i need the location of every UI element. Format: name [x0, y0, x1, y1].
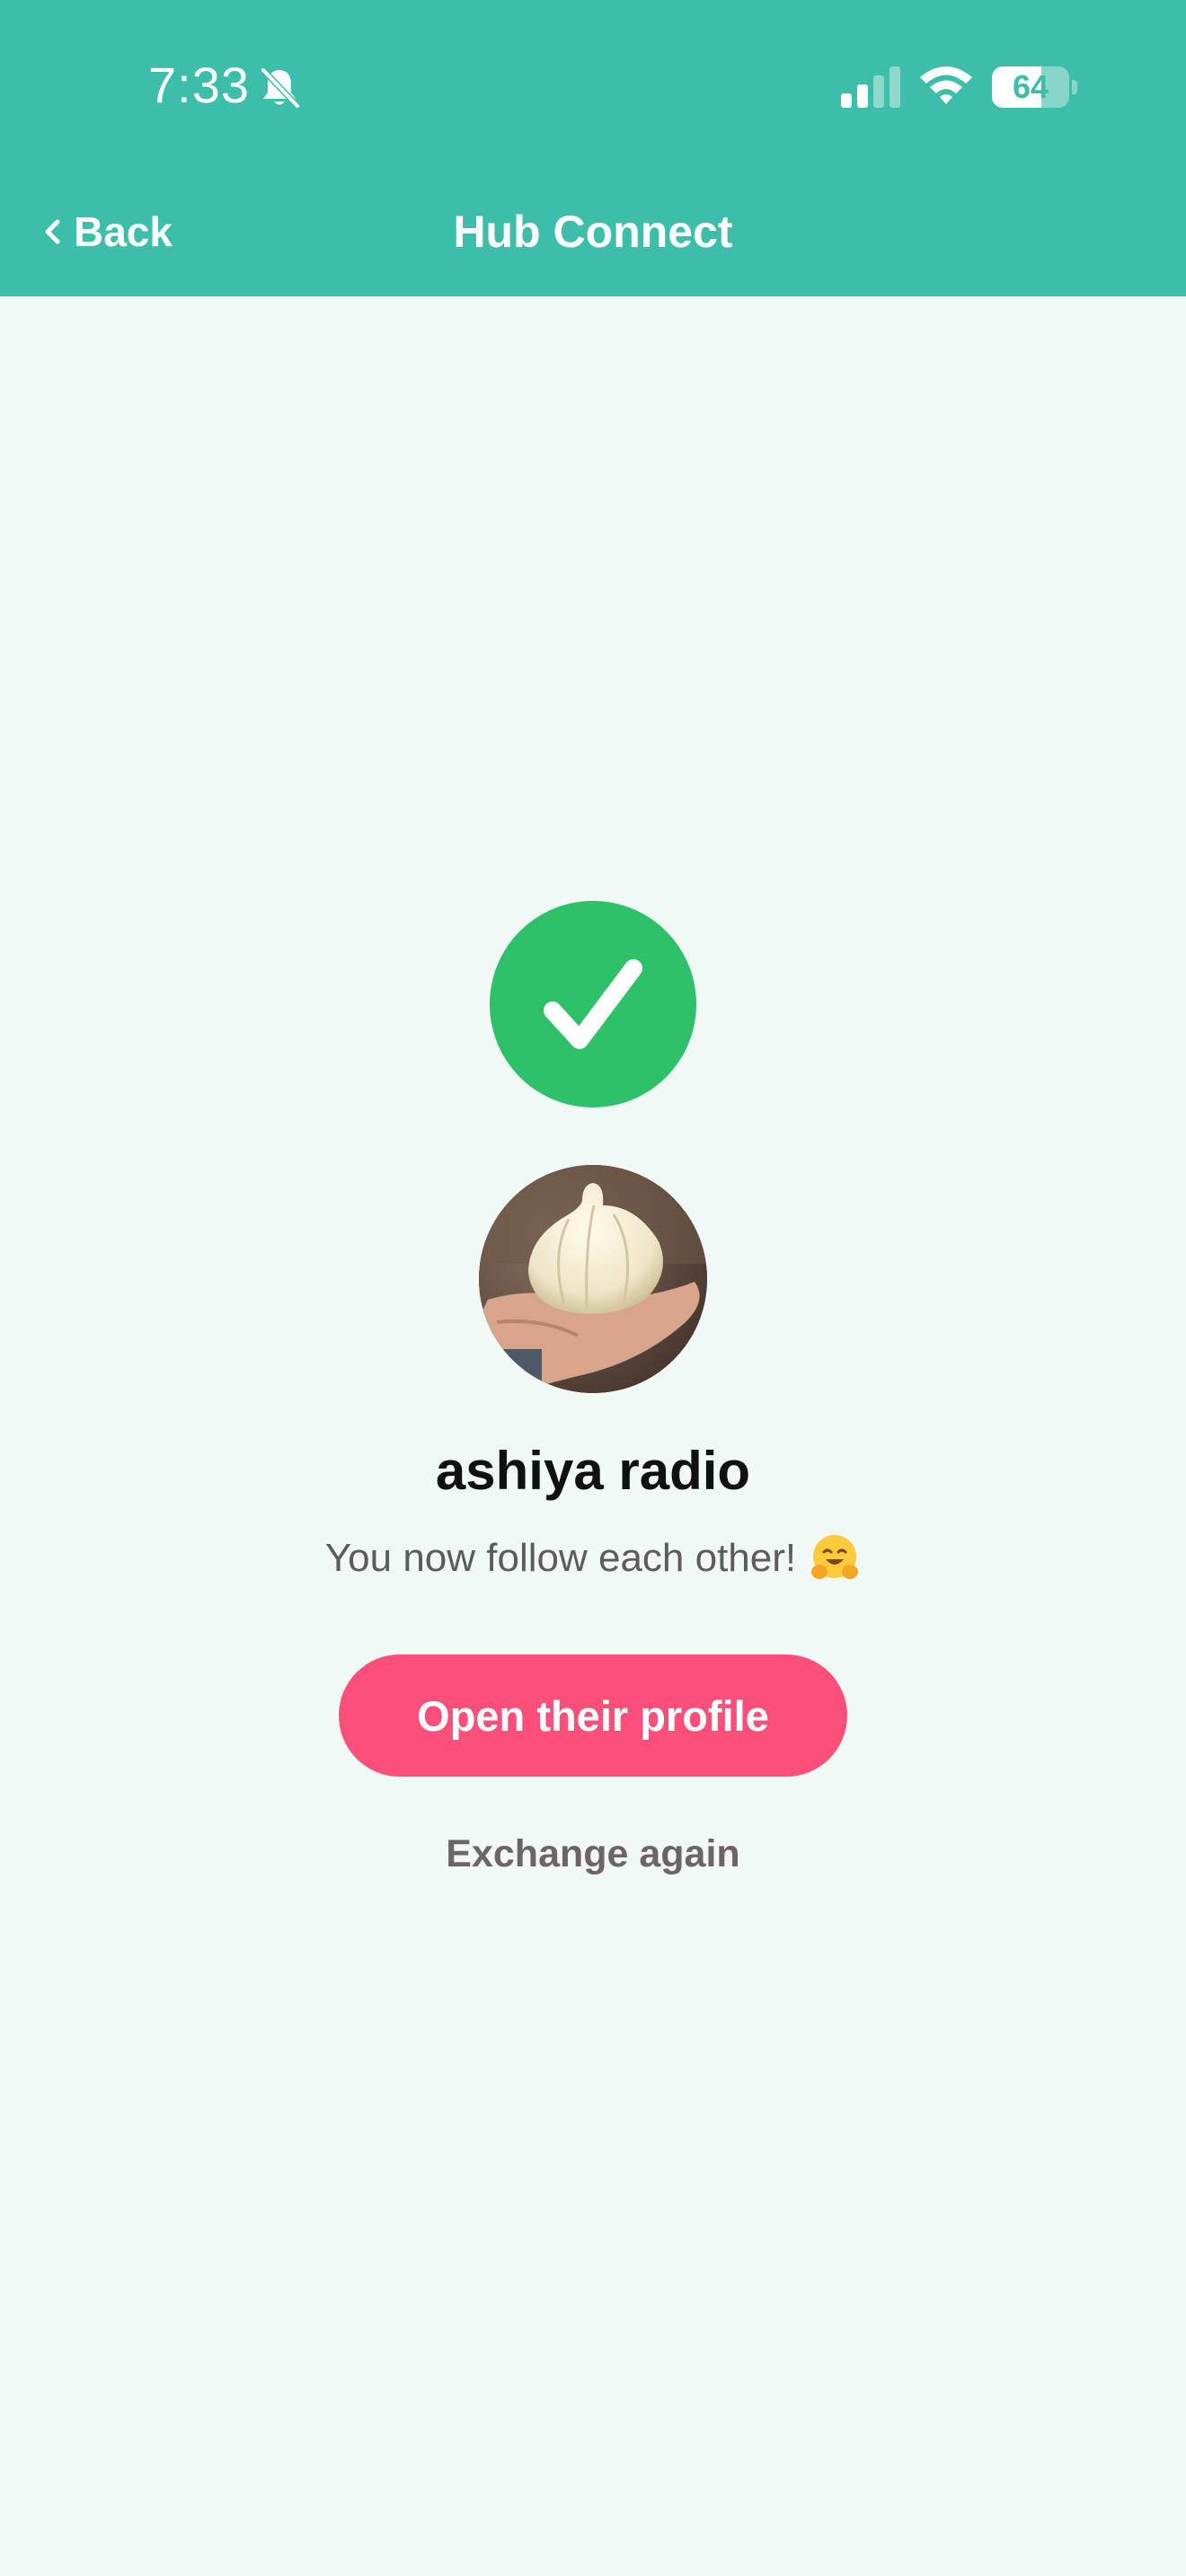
back-button[interactable]: Back — [43, 207, 173, 257]
bell-slash-icon — [260, 66, 301, 110]
battery-icon: 64 — [992, 66, 1078, 108]
open-profile-label: Open their profile — [417, 1691, 769, 1740]
follow-message-text: You now follow each other! — [324, 1536, 797, 1580]
success-check-badge — [490, 901, 696, 1107]
checkmark-icon — [544, 959, 642, 1049]
hugging-face-emoji-icon — [811, 1535, 859, 1579]
status-bar: 7:33 64 — [0, 0, 1186, 171]
avatar — [479, 1165, 707, 1393]
nav-bar: Hub Connect Back — [0, 180, 1186, 278]
user-name: ashiya radio — [435, 1441, 751, 1501]
open-profile-button[interactable]: Open their profile — [339, 1654, 847, 1777]
battery-level: 64 — [1012, 68, 1049, 105]
battery-body: 64 — [992, 66, 1069, 108]
back-label: Back — [74, 208, 173, 255]
app-screen: 7:33 64 Hub Connect Back ashiya radio Yo… — [0, 0, 1186, 2576]
battery-tip — [1072, 80, 1077, 94]
header: 7:33 64 Hub Connect Back — [0, 0, 1186, 296]
avatar-photo — [479, 1165, 707, 1393]
exchange-again-link[interactable]: Exchange again — [0, 1827, 1186, 1881]
status-time: 7:33 — [148, 57, 250, 113]
page-title: Hub Connect — [453, 207, 733, 257]
follow-message: You now follow each other! — [0, 1527, 1186, 1590]
cellular-signal-icon — [841, 66, 900, 108]
chevron-left-icon — [45, 219, 60, 244]
wifi-icon — [920, 66, 972, 104]
